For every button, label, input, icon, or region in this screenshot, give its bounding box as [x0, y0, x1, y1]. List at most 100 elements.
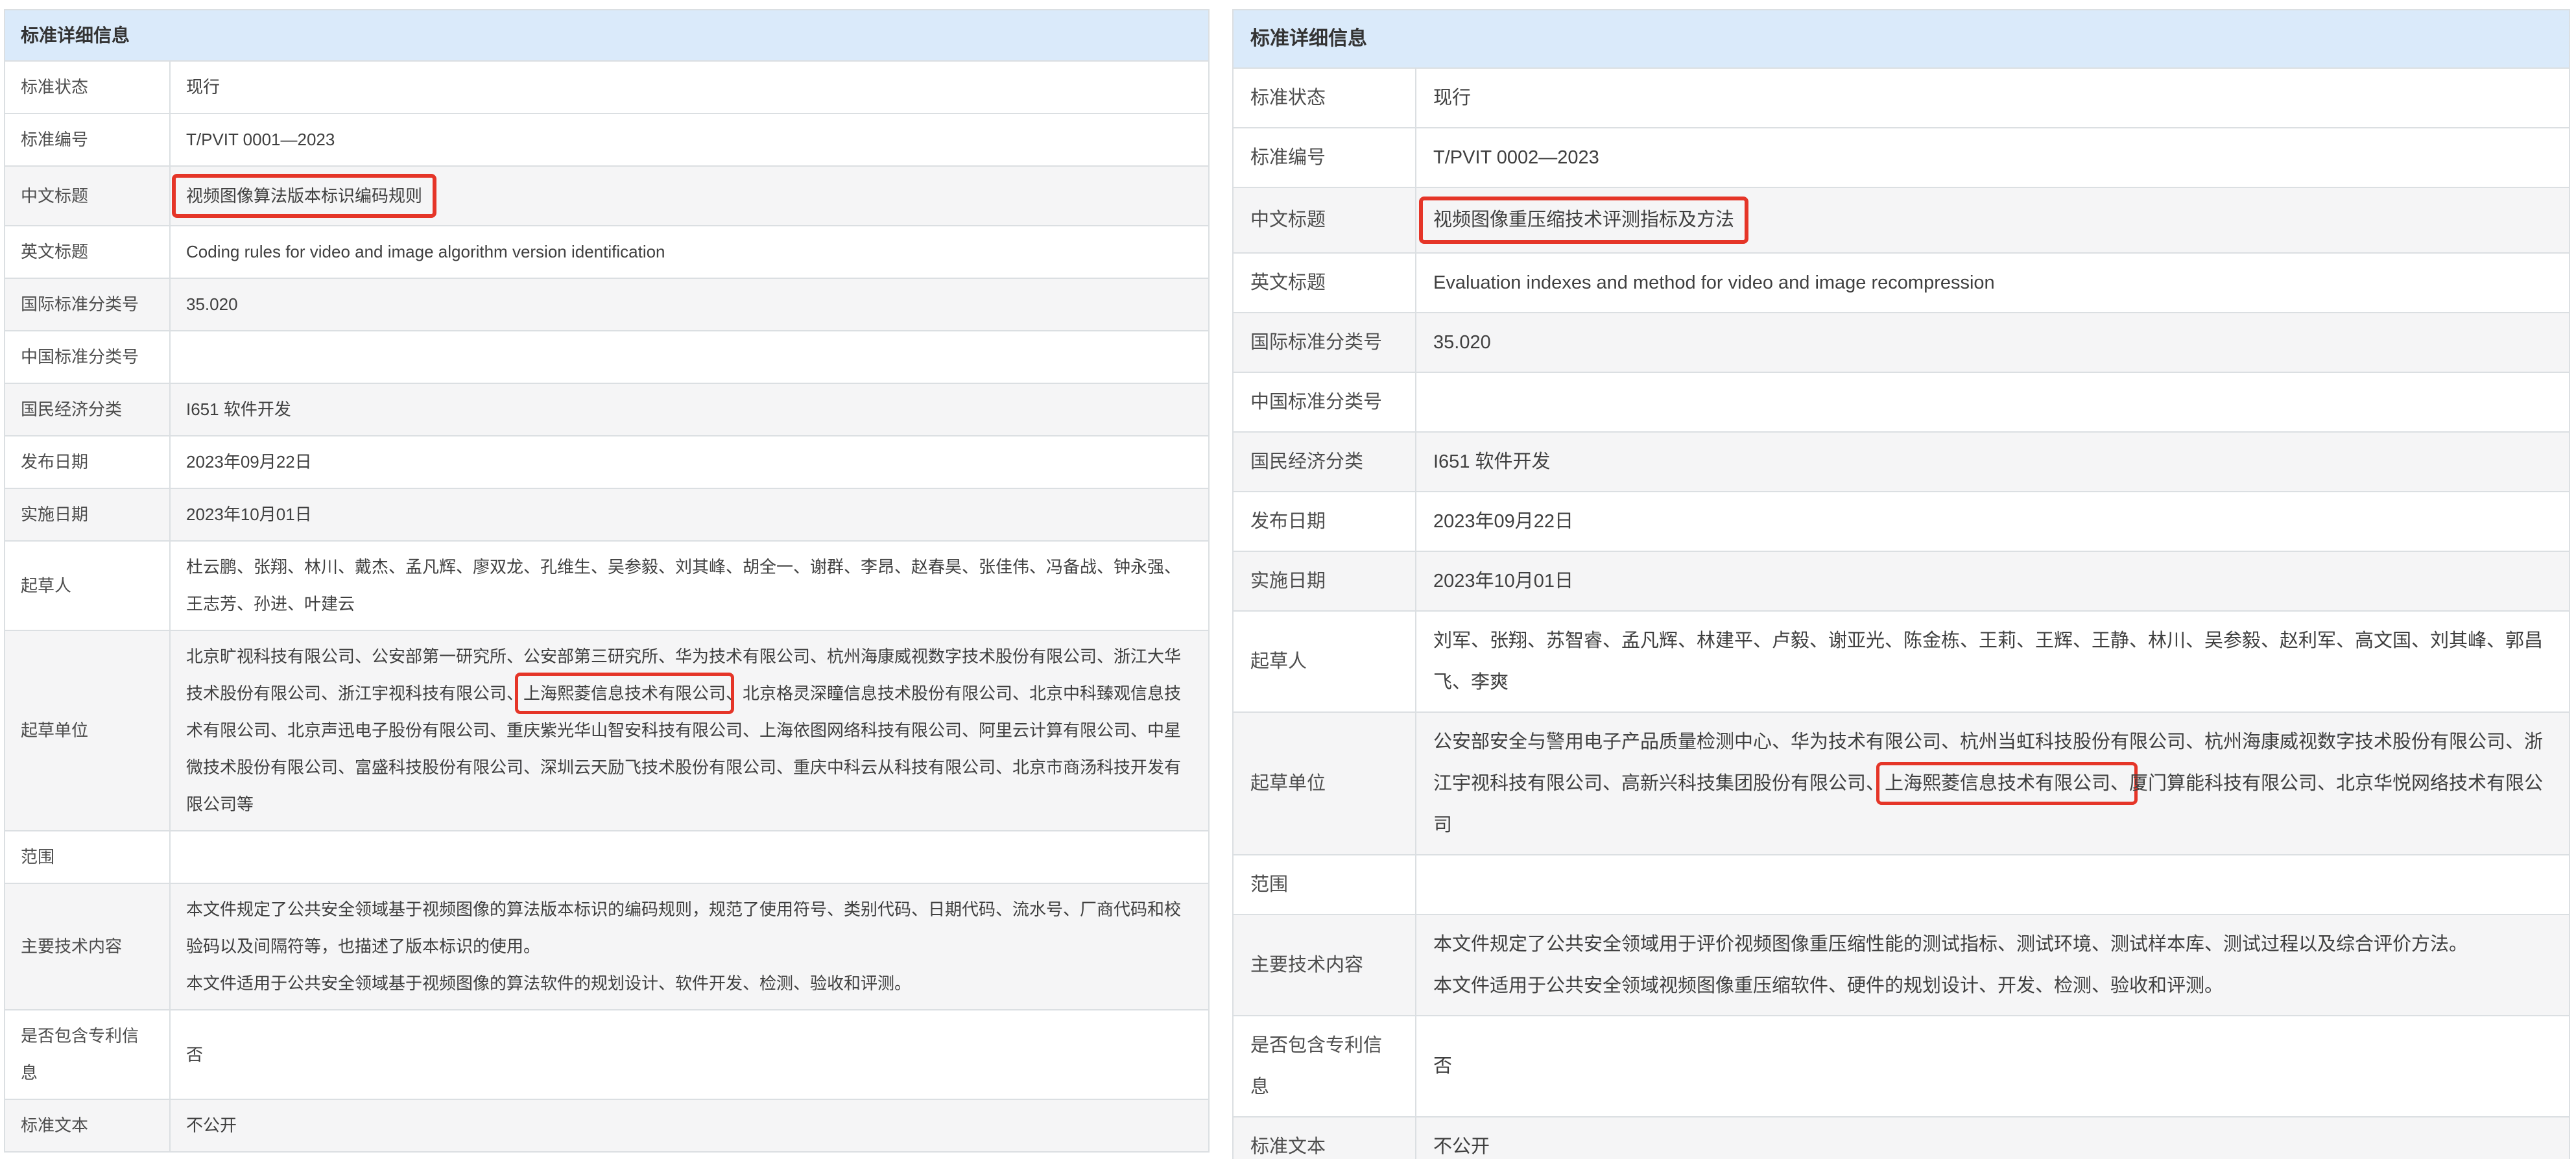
- row-label: 范围: [5, 831, 170, 883]
- row-label: 起草人: [1233, 611, 1416, 712]
- row-label: 发布日期: [5, 436, 170, 488]
- table-header-row: 标准详细信息: [1233, 10, 2570, 68]
- row-label: 起草单位: [1233, 712, 1416, 855]
- row-value: 2023年09月22日: [1416, 492, 2570, 551]
- row-value: I651 软件开发: [1416, 432, 2570, 492]
- technical-content-paragraph: 本文件规定了公共安全领域用于评价视频图像重压缩性能的测试指标、测试环境、测试样本…: [1433, 924, 2552, 965]
- row-standard-status: 标准状态 现行: [5, 61, 1209, 114]
- row-value: 视频图像算法版本标识编码规则: [170, 166, 1209, 226]
- row-main-technical-content: 主要技术内容 本文件规定了公共安全领域用于评价视频图像重压缩性能的测试指标、测试…: [1233, 914, 2570, 1016]
- row-value: 本文件规定了公共安全领域用于评价视频图像重压缩性能的测试指标、测试环境、测试样本…: [1416, 914, 2570, 1016]
- row-label: 实施日期: [1233, 551, 1416, 611]
- row-value: 2023年10月01日: [170, 488, 1209, 541]
- row-value: 视频图像重压缩技术评测指标及方法: [1416, 187, 2570, 253]
- row-label: 发布日期: [1233, 492, 1416, 551]
- row-label: 标准编号: [5, 114, 170, 166]
- standard-detail-table-right: 标准详细信息 标准状态 现行 标准编号 T/PVIT 0002—2023 中文标…: [1232, 9, 2570, 1159]
- row-label: 标准编号: [1233, 128, 1416, 187]
- row-label: 英文标题: [5, 226, 170, 278]
- row-label: 国际标准分类号: [1233, 313, 1416, 372]
- technical-content-paragraph: 本文件规定了公共安全领域基于视频图像的算法版本标识的编码规则，规范了使用符号、类…: [186, 891, 1193, 965]
- row-drafters: 起草人 刘军、张翔、苏智睿、孟凡辉、林建平、卢毅、谢亚光、陈金栋、王莉、王辉、王…: [1233, 611, 2570, 712]
- row-chinese-title: 中文标题 视频图像算法版本标识编码规则: [5, 166, 1209, 226]
- row-scope: 范围: [5, 831, 1209, 883]
- row-label: 范围: [1233, 855, 1416, 914]
- row-value: T/PVIT 0001—2023: [170, 114, 1209, 166]
- row-drafting-organizations: 起草单位 北京旷视科技有限公司、公安部第一研究所、公安部第三研究所、华为技术有限…: [5, 630, 1209, 831]
- highlight-box: 视频图像算法版本标识编码规则: [172, 174, 436, 218]
- row-label: 是否包含专利信息: [1233, 1016, 1416, 1117]
- table-header: 标准详细信息: [1233, 10, 2570, 68]
- technical-content-paragraph: 本文件适用于公共安全领域视频图像重压缩软件、硬件的规划设计、开发、检测、验收和评…: [1433, 965, 2552, 1007]
- table-header-row: 标准详细信息: [5, 10, 1209, 61]
- row-value: [170, 331, 1209, 383]
- row-implement-date: 实施日期 2023年10月01日: [5, 488, 1209, 541]
- row-label: 主要技术内容: [1233, 914, 1416, 1016]
- row-ics-number: 国际标准分类号 35.020: [5, 278, 1209, 331]
- row-drafters: 起草人 杜云鹏、张翔、林川、戴杰、孟凡辉、廖双龙、孔维生、吴参毅、刘其峰、胡全一…: [5, 541, 1209, 630]
- row-label: 标准状态: [1233, 68, 1416, 128]
- row-value: [170, 831, 1209, 883]
- row-value: 现行: [170, 61, 1209, 114]
- row-english-title: 英文标题 Evaluation indexes and method for v…: [1233, 253, 2570, 313]
- row-value: 2023年10月01日: [1416, 551, 2570, 611]
- row-standard-text: 标准文本 不公开: [5, 1099, 1209, 1152]
- row-standard-status: 标准状态 现行: [1233, 68, 2570, 128]
- row-label: 中国标准分类号: [1233, 372, 1416, 432]
- row-value: 刘军、张翔、苏智睿、孟凡辉、林建平、卢毅、谢亚光、陈金栋、王莉、王辉、王静、林川…: [1416, 611, 2570, 712]
- row-value: Coding rules for video and image algorit…: [170, 226, 1209, 278]
- row-english-title: 英文标题 Coding rules for video and image al…: [5, 226, 1209, 278]
- row-label: 国民经济分类: [5, 383, 170, 436]
- row-value: I651 软件开发: [170, 383, 1209, 436]
- row-label: 中文标题: [5, 166, 170, 226]
- highlight-box: 视频图像重压缩技术评测指标及方法: [1419, 197, 1748, 244]
- row-label: 英文标题: [1233, 253, 1416, 313]
- row-value: 本文件规定了公共安全领域基于视频图像的算法版本标识的编码规则，规范了使用符号、类…: [170, 883, 1209, 1010]
- row-label: 中文标题: [1233, 187, 1416, 253]
- row-value: 不公开: [170, 1099, 1209, 1152]
- row-patent-info: 是否包含专利信息 否: [1233, 1016, 2570, 1117]
- row-standard-number: 标准编号 T/PVIT 0002—2023: [1233, 128, 2570, 187]
- row-label: 起草单位: [5, 630, 170, 831]
- row-ics-number: 国际标准分类号 35.020: [1233, 313, 2570, 372]
- table-header: 标准详细信息: [5, 10, 1209, 61]
- row-value: 不公开: [1416, 1117, 2570, 1159]
- row-standard-number: 标准编号 T/PVIT 0001—2023: [5, 114, 1209, 166]
- row-chinese-title: 中文标题 视频图像重压缩技术评测指标及方法: [1233, 187, 2570, 253]
- technical-content-paragraph: 本文件适用于公共安全领域基于视频图像的算法软件的规划设计、软件开发、检测、验收和…: [186, 965, 1193, 1002]
- row-label: 主要技术内容: [5, 883, 170, 1010]
- row-value: 否: [1416, 1016, 2570, 1117]
- row-publish-date: 发布日期 2023年09月22日: [5, 436, 1209, 488]
- row-value: 35.020: [170, 278, 1209, 331]
- standard-detail-table-left: 标准详细信息 标准状态 现行 标准编号 T/PVIT 0001—2023 中文标…: [4, 9, 1210, 1153]
- row-national-economy-class: 国民经济分类 I651 软件开发: [5, 383, 1209, 436]
- row-value: 杜云鹏、张翔、林川、戴杰、孟凡辉、廖双龙、孔维生、吴参毅、刘其峰、胡全一、谢群、…: [170, 541, 1209, 630]
- row-value: Evaluation indexes and method for video …: [1416, 253, 2570, 313]
- row-patent-info: 是否包含专利信息 否: [5, 1010, 1209, 1099]
- row-value: 35.020: [1416, 313, 2570, 372]
- row-value: 公安部安全与警用电子产品质量检测中心、华为技术有限公司、杭州当虹科技股份有限公司…: [1416, 712, 2570, 855]
- row-scope: 范围: [1233, 855, 2570, 914]
- row-label: 国际标准分类号: [5, 278, 170, 331]
- row-standard-text: 标准文本 不公开: [1233, 1117, 2570, 1159]
- row-value: 北京旷视科技有限公司、公安部第一研究所、公安部第三研究所、华为技术有限公司、杭州…: [170, 630, 1209, 831]
- row-label: 中国标准分类号: [5, 331, 170, 383]
- row-main-technical-content: 主要技术内容 本文件规定了公共安全领域基于视频图像的算法版本标识的编码规则，规范…: [5, 883, 1209, 1010]
- row-publish-date: 发布日期 2023年09月22日: [1233, 492, 2570, 551]
- row-label: 起草人: [5, 541, 170, 630]
- row-value: [1416, 855, 2570, 914]
- row-value: [1416, 372, 2570, 432]
- row-value: T/PVIT 0002—2023: [1416, 128, 2570, 187]
- row-value: 现行: [1416, 68, 2570, 128]
- row-label: 标准文本: [5, 1099, 170, 1152]
- row-value: 2023年09月22日: [170, 436, 1209, 488]
- row-label: 实施日期: [5, 488, 170, 541]
- row-label: 标准文本: [1233, 1117, 1416, 1159]
- row-ccs-number: 中国标准分类号: [1233, 372, 2570, 432]
- row-national-economy-class: 国民经济分类 I651 软件开发: [1233, 432, 2570, 492]
- row-label: 标准状态: [5, 61, 170, 114]
- row-label: 国民经济分类: [1233, 432, 1416, 492]
- highlight-box: 上海熙菱信息技术有限公司、: [1876, 762, 2138, 805]
- row-value: 否: [170, 1010, 1209, 1099]
- row-drafting-organizations: 起草单位 公安部安全与警用电子产品质量检测中心、华为技术有限公司、杭州当虹科技股…: [1233, 712, 2570, 855]
